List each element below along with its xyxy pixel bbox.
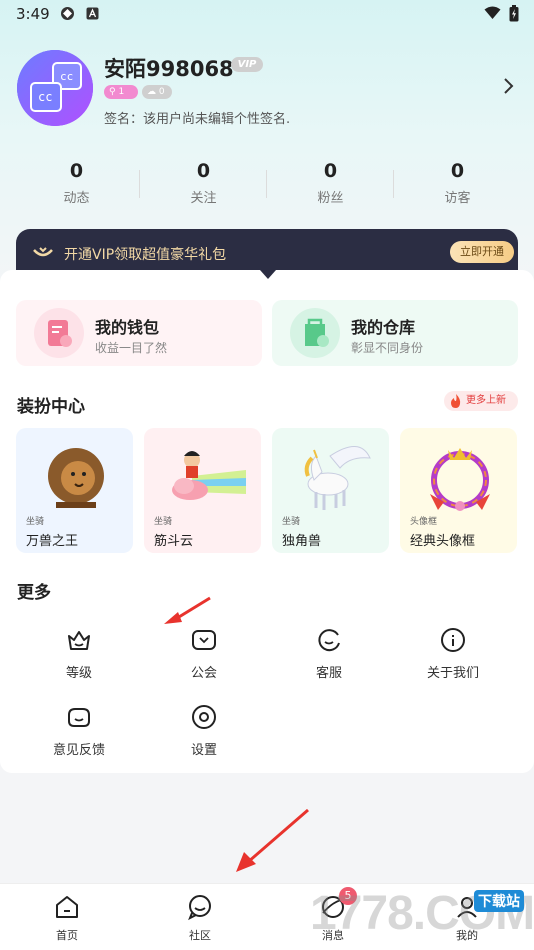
vip-banner-text: 开通VIP领取超值豪华礼包 (64, 247, 227, 263)
battery-icon (509, 5, 519, 26)
more-item-label: 等级 (65, 666, 92, 681)
stat-value: 0 (323, 160, 338, 182)
more-item-label: 意见反馈 (52, 743, 105, 758)
item-name: 经典头像框 (410, 534, 476, 549)
banner-pointer-tip (260, 270, 276, 279)
more-item-label: 关于我们 (426, 666, 479, 681)
gray-badge: ☁ 0 (142, 85, 172, 99)
nav-community[interactable]: 社区 (170, 893, 230, 943)
smile-crown-icon (33, 247, 53, 257)
wallet-title: 我的钱包 (95, 318, 160, 337)
vip-open-button[interactable]: 立即开通 (450, 241, 514, 263)
wallet-icon (34, 308, 84, 358)
home-icon (56, 896, 78, 918)
more-item-feedback[interactable]: 意见反馈 (34, 703, 124, 758)
app-icon (60, 6, 75, 25)
stat-followers[interactable]: 0 粉丝 (267, 160, 394, 210)
vip-badge: VIP (231, 57, 263, 72)
service-icon (318, 629, 340, 652)
lion-icon (48, 448, 104, 508)
cloud-badge-icon: ☁ (147, 87, 156, 97)
level-badge: ⚲ 1 (104, 85, 138, 99)
warehouse-card[interactable]: 我的仓库 彰显不同身份 (272, 300, 518, 366)
dressup-item-lion[interactable]: 坐骑 万兽之王 (16, 428, 133, 553)
fire-icon (451, 394, 461, 408)
stat-label: 访客 (444, 191, 471, 206)
stat-posts[interactable]: 0 动态 (13, 160, 140, 210)
shield-icon (192, 630, 216, 650)
notification-a-icon (86, 6, 99, 24)
item-name: 独角兽 (282, 534, 322, 549)
avatar[interactable]: cc cc (17, 50, 93, 126)
community-icon (188, 895, 211, 921)
profile-name: 安陌998068 (104, 57, 234, 81)
stat-value: 0 (69, 160, 84, 182)
stat-following[interactable]: 0 关注 (140, 160, 267, 210)
more-item-service[interactable]: 客服 (284, 626, 374, 681)
more-item-level[interactable]: 等级 (34, 626, 124, 681)
warehouse-subtitle: 彰显不同身份 (351, 341, 424, 355)
svg-text:cc: cc (60, 70, 73, 83)
feedback-icon (68, 708, 90, 727)
warehouse-title: 我的仓库 (351, 318, 416, 337)
warehouse-icon (290, 308, 340, 358)
more-new-badge[interactable]: 更多上新 (444, 391, 518, 411)
item-name: 筋斗云 (154, 534, 194, 549)
stat-value: 0 (450, 160, 465, 182)
more-new-label: 更多上新 (466, 395, 506, 406)
nav-label: 社区 (189, 929, 211, 942)
more-item-label: 公会 (190, 666, 217, 681)
unicorn-icon (304, 446, 371, 510)
dressup-item-cloud[interactable]: 坐骑 筋斗云 (144, 428, 261, 553)
more-item-label: 设置 (190, 743, 217, 758)
item-tag: 坐骑 (26, 517, 45, 527)
stat-value: 0 (196, 160, 211, 182)
item-tag: 坐骑 (282, 517, 301, 527)
dressup-title: 装扮中心 (17, 397, 85, 417)
cloud-rider-icon (172, 451, 246, 500)
dressup-item-unicorn[interactable]: 坐骑 独角兽 (272, 428, 389, 553)
status-bar: 3:49 (0, 0, 534, 28)
wallet-subtitle: 收益一目了然 (95, 341, 168, 355)
more-item-settings[interactable]: 设置 (159, 703, 249, 758)
dressup-item-frame[interactable]: 头像框 经典头像框 (400, 428, 517, 553)
annotation-arrow-guild (164, 596, 211, 624)
stat-label: 动态 (63, 191, 90, 206)
watermark-tag-label: 下载站 (474, 890, 524, 912)
item-tag: 头像框 (410, 517, 438, 527)
profile-signature: 签名：该用户尚未编辑个性签名. (104, 112, 291, 127)
settings-icon (192, 705, 216, 729)
info-icon (441, 628, 465, 652)
nav-home[interactable]: 首页 (37, 893, 97, 943)
stat-label: 关注 (190, 191, 217, 206)
avatar-frame-icon (430, 448, 490, 511)
stats-row: 0 动态 0 关注 0 粉丝 0 访客 (13, 160, 521, 210)
more-item-guild[interactable]: 公会 (159, 626, 249, 681)
status-time: 3:49 (16, 5, 50, 23)
more-title: 更多 (17, 583, 51, 603)
crown-icon (68, 631, 90, 650)
item-name: 万兽之王 (26, 534, 79, 549)
svg-text:cc: cc (38, 90, 52, 104)
more-item-about[interactable]: 关于我们 (408, 626, 498, 681)
chevron-right-icon[interactable] (502, 76, 516, 96)
level-badge-value: 1 (118, 87, 125, 97)
stat-visitors[interactable]: 0 访客 (394, 160, 521, 210)
gray-badge-value: 0 (158, 87, 165, 97)
more-item-label: 客服 (315, 666, 342, 681)
watermark-tag: 下载站 (456, 880, 530, 914)
wifi-icon (484, 6, 501, 24)
item-tag: 坐骑 (154, 517, 173, 527)
key-icon: ⚲ (109, 87, 116, 97)
stat-label: 粉丝 (317, 191, 344, 206)
annotation-arrow-nav (236, 808, 309, 872)
wallet-card[interactable]: 我的钱包 收益一目了然 (16, 300, 262, 366)
nav-label: 首页 (56, 929, 78, 942)
